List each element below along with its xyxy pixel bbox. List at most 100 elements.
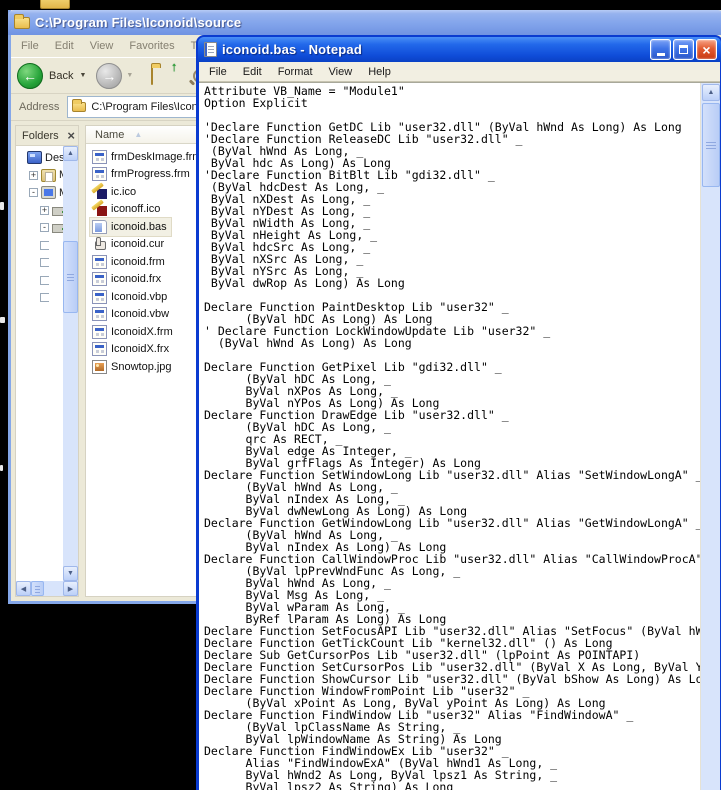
forward-dropdown-icon[interactable]: ▼ [126, 72, 133, 79]
desktop-text-artifact [0, 317, 5, 323]
file-item-iconoid.frm[interactable]: iconoid.frm [90, 253, 169, 271]
notepad-menu-format[interactable]: Format [270, 63, 321, 81]
notepad-menu-view[interactable]: View [321, 63, 361, 81]
explorer-folder-icon [14, 13, 30, 29]
notepad-scroll-thumb[interactable] [702, 103, 720, 187]
vb-form-icon [92, 149, 107, 164]
up-folder-button[interactable]: ↑ [151, 59, 177, 85]
tree-horizontal-scrollbar[interactable]: ◀ ▶ [16, 581, 78, 596]
expander-stub [40, 293, 49, 303]
vb-form-icon [92, 324, 107, 339]
scroll-right-icon[interactable]: ▶ [63, 581, 78, 596]
background-window-fragment [40, 0, 70, 9]
tree-scroll-thumb[interactable] [63, 241, 78, 313]
file-item-iconoid.frx[interactable]: iconoid.frx [90, 271, 165, 289]
desktop-text-artifact [0, 465, 3, 471]
image-file-icon [92, 359, 107, 374]
close-button[interactable]: × [696, 39, 717, 60]
expand-icon[interactable]: + [29, 170, 38, 180]
expand-icon[interactable]: + [40, 205, 49, 215]
file-item-iconoid.vbp[interactable]: Iconoid.vbp [90, 288, 171, 306]
file-name: Iconoid.vbp [111, 290, 168, 303]
scroll-down-icon[interactable]: ▼ [63, 566, 78, 581]
notepad-window: iconoid.bas - Notepad × File Edit Format Vi… [196, 35, 721, 790]
scroll-up-icon[interactable]: ▲ [702, 84, 720, 101]
file-name: IconoidX.frm [111, 325, 173, 338]
tree-vertical-scrollbar[interactable]: ▲ ▼ [63, 146, 78, 581]
file-item-iconoid.cur[interactable]: iconoid.cur [90, 236, 168, 254]
documents-icon [41, 168, 56, 182]
file-item-snowtop.jpg[interactable]: Snowtop.jpg [90, 358, 176, 376]
up-folder-icon [151, 65, 154, 85]
explorer-menu-file[interactable]: File [13, 37, 47, 55]
name-column-label: Name [95, 128, 125, 141]
back-dropdown-icon[interactable]: ▼ [79, 72, 86, 79]
file-name: iconoid.frm [111, 255, 165, 268]
collapse-icon[interactable]: - [29, 188, 38, 198]
vb-form-icon [92, 272, 107, 287]
folders-tree: Desktop+My Documents-My Computer+- ▲ ▼ ◀… [16, 146, 78, 596]
scroll-left-icon[interactable]: ◀ [16, 581, 31, 596]
ico-file-blue-icon [92, 185, 107, 199]
explorer-titlebar[interactable]: C:\Program Files\Iconoid\source [8, 10, 721, 35]
folders-close-icon[interactable]: × [67, 129, 75, 142]
file-item-frmdeskimage.frm[interactable]: frmDeskImage.frm [90, 148, 205, 166]
file-item-iconoid.vbw[interactable]: Iconoid.vbw [90, 306, 173, 324]
notepad-icon [204, 42, 217, 57]
file-name: Snowtop.jpg [111, 360, 172, 373]
expander-stub [40, 275, 49, 285]
close-icon: × [702, 41, 711, 58]
file-item-ic.ico[interactable]: ic.ico [90, 183, 140, 201]
forward-button[interactable]: → [96, 62, 123, 89]
back-button[interactable]: ← [17, 62, 43, 89]
desktop-icon [27, 151, 42, 165]
notepad-text-area[interactable]: Attribute VB_Name = "Module1" Option Exp… [199, 82, 720, 790]
scroll-up-icon[interactable]: ▲ [63, 146, 78, 161]
file-item-iconoidx.frm[interactable]: IconoidX.frm [90, 323, 177, 341]
vb-form-icon [92, 307, 107, 322]
expander-stub [40, 258, 49, 268]
explorer-menu-view[interactable]: View [82, 37, 122, 55]
maximize-button[interactable] [673, 39, 694, 60]
notepad-vertical-scrollbar[interactable]: ▲ [700, 83, 720, 790]
file-name: iconoid.bas [111, 220, 167, 233]
file-name: IconoidX.frx [111, 343, 170, 356]
notepad-menu-help[interactable]: Help [360, 63, 399, 81]
desktop-text-artifact [0, 202, 4, 210]
file-item-iconoidx.frx[interactable]: IconoidX.frx [90, 341, 173, 359]
vb-form-icon [92, 342, 107, 357]
maximize-icon [679, 45, 688, 54]
collapse-icon[interactable]: - [40, 223, 49, 233]
file-name: iconoff.ico [111, 203, 161, 216]
vb-form-icon [92, 289, 107, 304]
notepad-menu-edit[interactable]: Edit [235, 63, 270, 81]
up-arrow-icon: ↑ [170, 58, 178, 74]
minimize-button[interactable] [650, 39, 671, 60]
folders-pane-header: Folders × [16, 126, 78, 146]
vb-form-icon [92, 167, 107, 182]
notepad-titlebar[interactable]: iconoid.bas - Notepad × [198, 37, 721, 62]
file-name: frmDeskImage.frm [111, 150, 202, 163]
address-label: Address [19, 101, 60, 113]
notepad-menu-file[interactable]: File [201, 63, 235, 81]
notepad-menubar: File Edit Format View Help [199, 62, 720, 82]
explorer-menu-favorites[interactable]: Favorites [121, 37, 182, 55]
ico-file-red-icon [92, 202, 107, 217]
tree-hscroll-thumb[interactable] [31, 581, 44, 596]
file-name: iconoid.frx [111, 273, 162, 286]
cursor-file-icon [92, 237, 107, 251]
file-item-frmprogress.frm[interactable]: frmProgress.frm [90, 166, 194, 184]
sort-ascending-icon: ▲ [134, 130, 143, 139]
file-item-iconoid.bas[interactable]: iconoid.bas [89, 217, 172, 237]
minimize-icon [656, 53, 665, 56]
folders-pane-title: Folders [22, 129, 59, 142]
file-name: Iconoid.vbw [111, 308, 170, 321]
file-item-iconoff.ico[interactable]: iconoff.ico [90, 201, 164, 219]
address-folder-icon [72, 99, 87, 112]
expander-stub [18, 153, 24, 162]
explorer-menu-edit[interactable]: Edit [47, 37, 82, 55]
computer-icon [41, 186, 56, 200]
file-name: frmProgress.frm [111, 168, 190, 181]
notepad-window-title: iconoid.bas - Notepad [222, 42, 362, 57]
code-text[interactable]: Attribute VB_Name = "Module1" Option Exp… [199, 83, 720, 790]
